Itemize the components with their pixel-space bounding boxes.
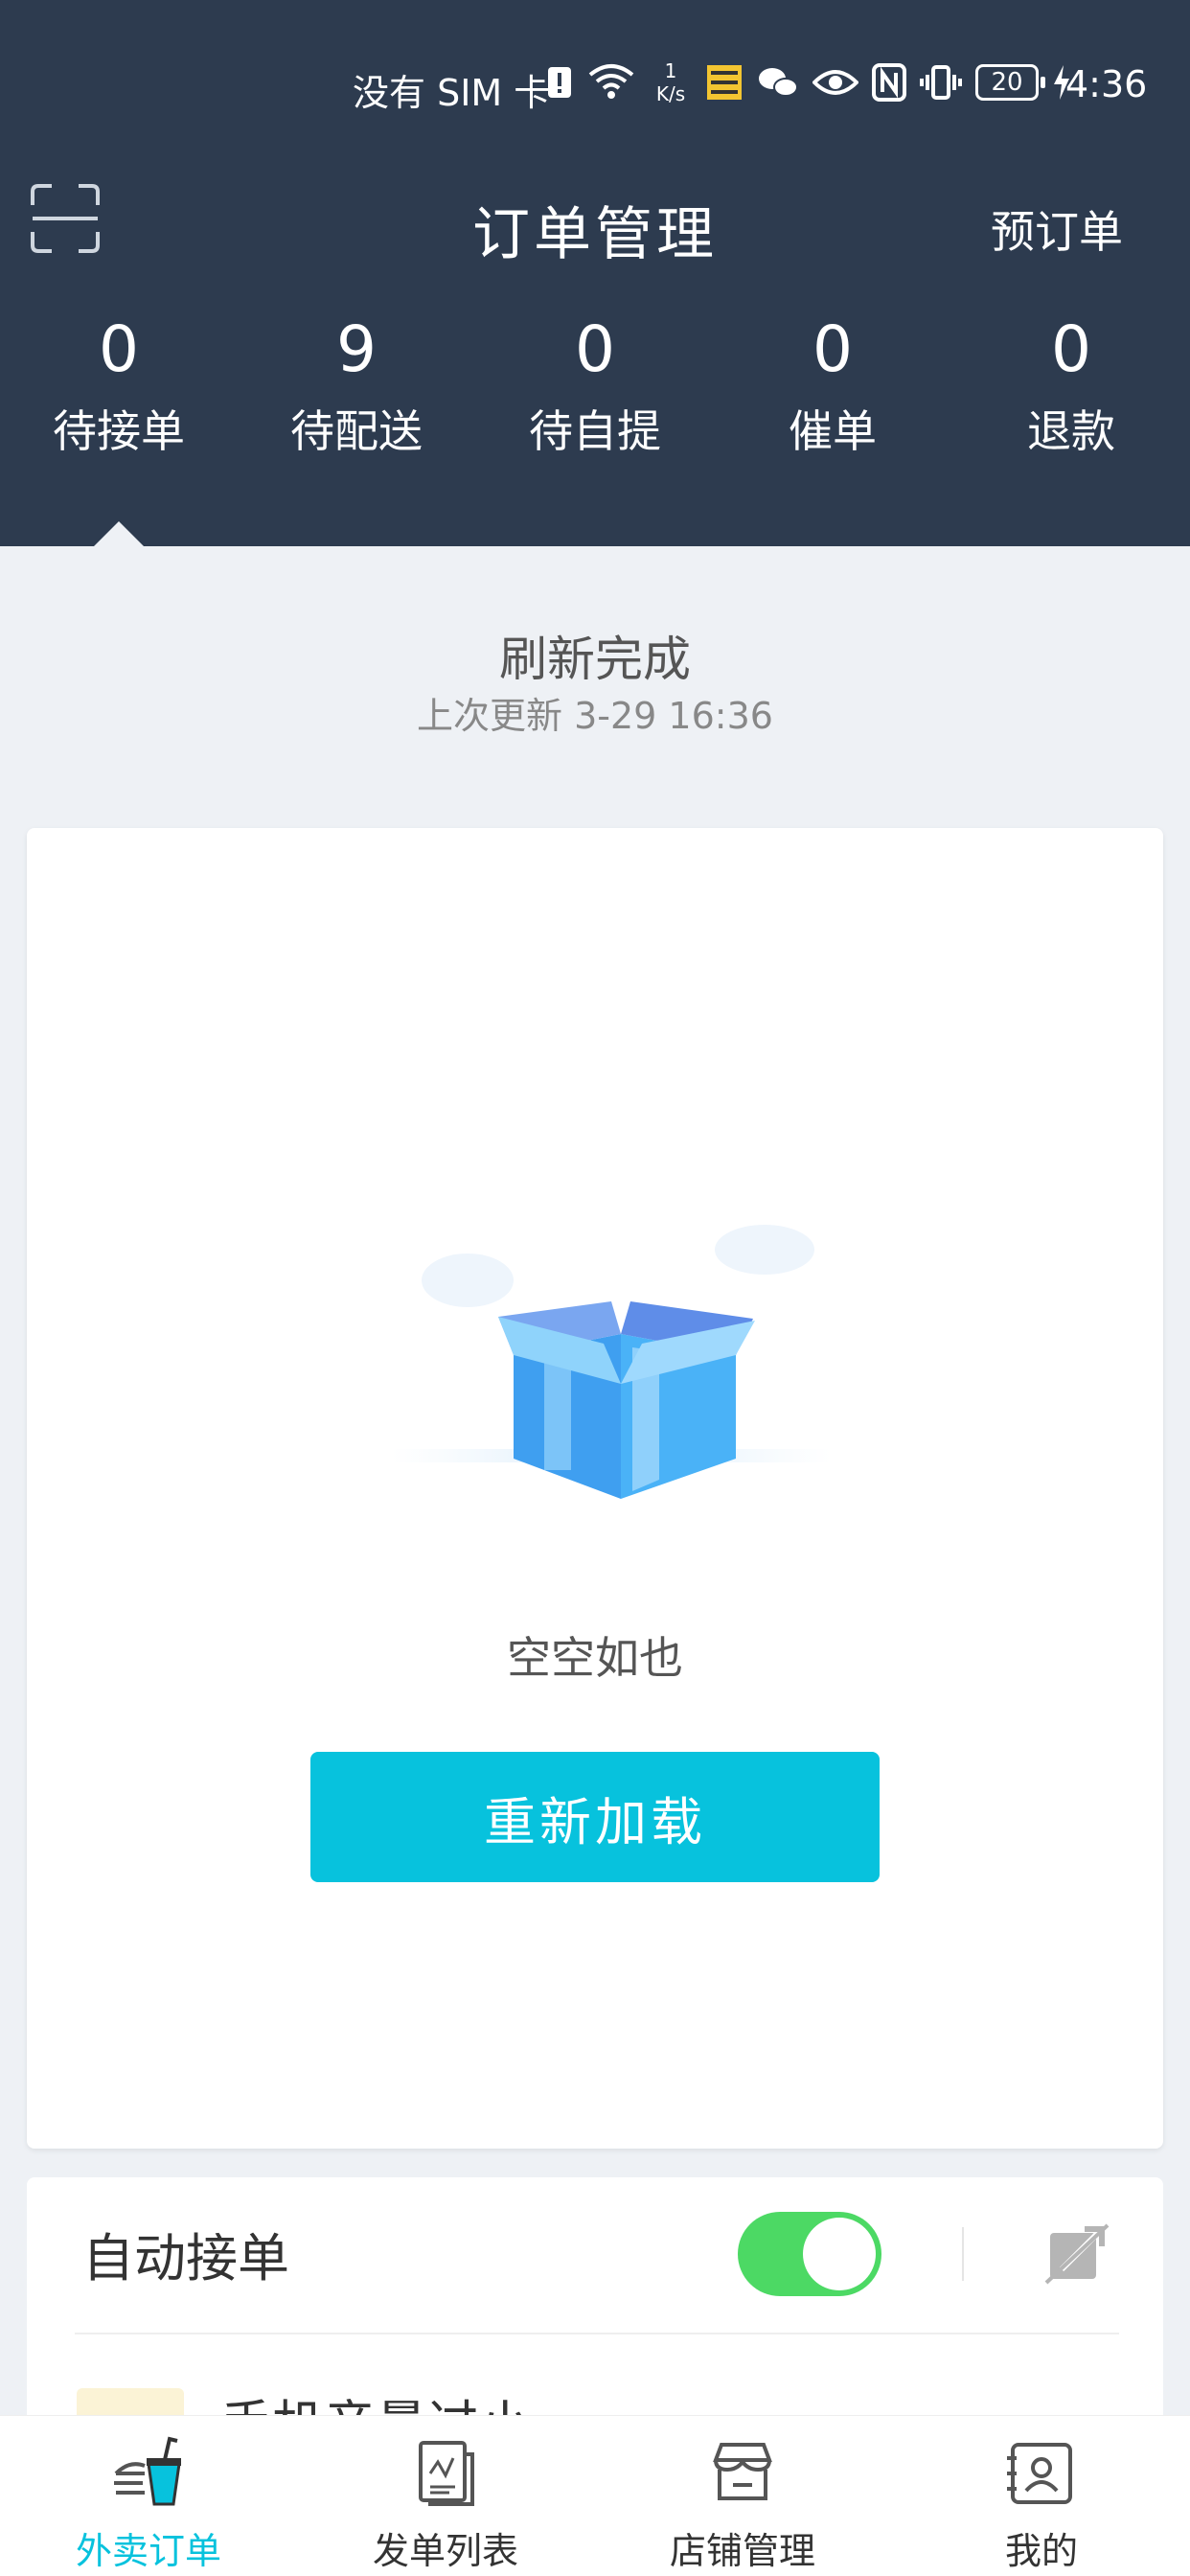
nav-label: 外卖订单 [75,2530,221,2572]
toggle-knob [803,2218,876,2290]
tab-label: 待接单 [53,405,185,457]
tab-label: 待配送 [290,405,423,457]
tab-label: 催单 [789,405,877,457]
app-notification-icon [707,65,742,100]
divider [962,2227,964,2281]
tab-pending-accept[interactable]: 0 待接单 [0,307,238,470]
tab-refunds[interactable]: 0 退款 [952,307,1190,470]
status-bar: 没有 SIM 卡 1 K/s 20 4:36 [0,48,1190,125]
tab-count: 0 [1051,312,1091,386]
tab-count: 9 [336,312,377,386]
order-status-tabs: 0 待接单 9 待配送 0 待自提 0 催单 0 退款 [0,307,1190,498]
tab-label: 待自提 [529,405,661,457]
network-speed: 1 K/s [650,59,692,105]
tab-count: 0 [812,312,853,386]
header: 没有 SIM 卡 1 K/s 20 4:36 订单管理 预订单 0 待接单 9 … [0,0,1190,546]
tab-pending-pickup[interactable]: 0 待自提 [476,307,714,470]
tab-label: 退款 [1027,405,1115,457]
clock: 4:36 [1065,63,1148,105]
tab-reminders[interactable]: 0 催单 [714,307,951,470]
bottom-navigation: 外卖订单 发单列表 店铺管理 我的 [0,2415,1190,2576]
sim-alert-icon [548,67,571,98]
active-tab-indicator [94,521,144,546]
nav-label: 我的 [1004,2530,1078,2572]
nav-store-management[interactable]: 店铺管理 [594,2435,891,2574]
profile-card-icon [1007,2443,1072,2504]
carrier-text: 没有 SIM 卡 [353,72,551,114]
store-icon [713,2443,772,2500]
empty-box-icon [391,1225,832,1499]
status-icons: 1 K/s 20 [546,59,1071,105]
nfc-icon [872,63,906,102]
nav-takeout-orders[interactable]: 外卖订单 [0,2435,297,2574]
document-list-icon [419,2441,474,2506]
reload-button[interactable]: 重新加载 [310,1752,880,1882]
auto-accept-toggle[interactable] [738,2212,881,2296]
battery-icon: 20 [975,64,1045,101]
refresh-status: 刷新完成 [499,632,691,687]
last-update-time: 上次更新 3-29 16:36 [417,695,773,737]
auto-accept-label: 自动接单 [82,2228,289,2288]
edit-off-icon[interactable] [1042,2220,1111,2288]
tab-pending-delivery[interactable]: 9 待配送 [238,307,475,470]
empty-state-text: 空空如也 [507,1632,683,1684]
wechat-icon [759,68,798,97]
divider [75,2333,1119,2334]
wifi-icon [588,64,634,99]
takeout-cup-icon [114,2436,181,2506]
tab-count: 0 [99,312,139,386]
eye-icon [812,70,858,95]
vibrate-icon [920,65,962,100]
preorder-button[interactable]: 预订单 [991,197,1123,261]
nav-dispatch-list[interactable]: 发单列表 [297,2435,594,2574]
nav-label: 店铺管理 [669,2530,815,2572]
order-list-card: 空空如也 重新加载 [27,828,1163,2149]
tab-count: 0 [575,312,615,386]
speed-unit: K/s [655,82,686,105]
speed-value: 1 [664,59,677,82]
nav-mine[interactable]: 我的 [893,2435,1190,2574]
nav-label: 发单列表 [372,2530,518,2572]
